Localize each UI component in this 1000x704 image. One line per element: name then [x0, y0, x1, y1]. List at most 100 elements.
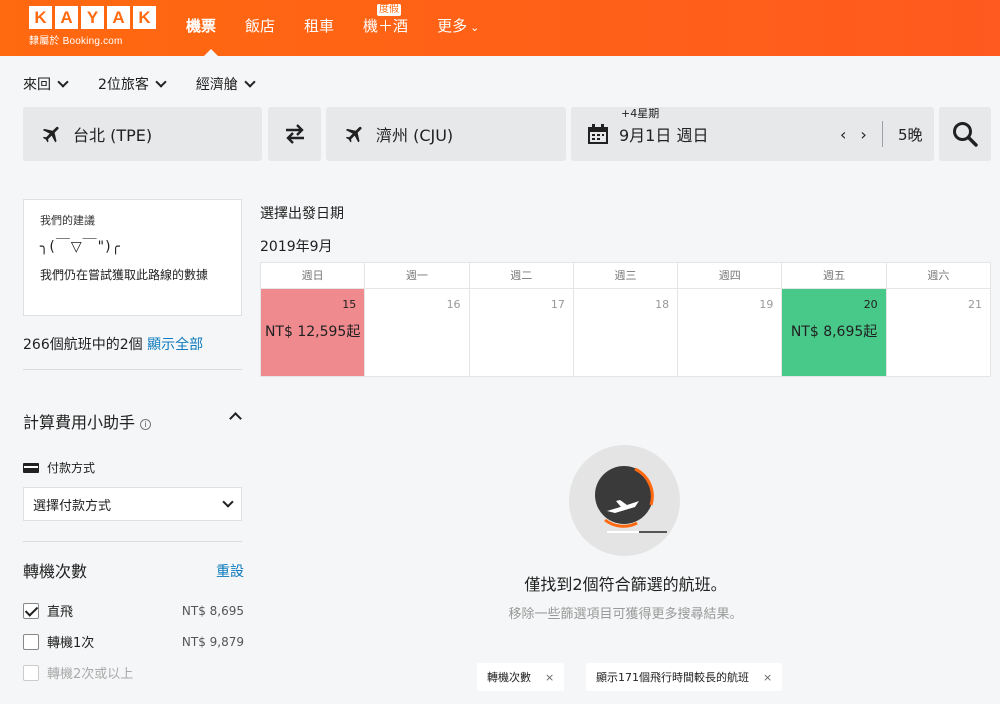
- logo-letter: A: [107, 6, 130, 29]
- nav-item-flights[interactable]: 機票: [186, 0, 218, 56]
- swap-arrows-icon: [285, 124, 304, 144]
- logo-letter: K: [29, 6, 52, 29]
- recommendation-message: 我們仍在嘗試獲取此路線的數據: [40, 268, 209, 282]
- chevron-left-icon[interactable]: ‹: [840, 125, 846, 144]
- stop-option-nonstop[interactable]: 直飛 NT$ 8,695: [23, 601, 244, 620]
- kayak-logo[interactable]: K A Y A K 隸屬於 Booking.com: [29, 6, 156, 47]
- calendar-day-number: 16: [446, 298, 461, 311]
- payment-method-placeholder: 選擇付款方式: [33, 498, 112, 514]
- weekday-label: 週日: [261, 263, 366, 288]
- search-options: 來回 2位旅客 經濟艙: [23, 74, 256, 94]
- calendar-day-cell[interactable]: 15 NT$ 12,595起: [261, 289, 366, 376]
- checkbox-checked[interactable]: [23, 602, 39, 619]
- weekday-label: 週三: [574, 263, 679, 288]
- calendar-day-number: 20: [863, 298, 878, 311]
- result-count-text: 266個航班中的2個: [23, 337, 143, 353]
- calendar-day-cell[interactable]: 18: [574, 289, 679, 376]
- cabin-label: 經濟艙: [195, 77, 238, 93]
- chevron-down-icon: [57, 76, 69, 88]
- search-button[interactable]: [939, 107, 991, 161]
- payment-method-label: 付款方式: [23, 459, 95, 476]
- stops-reset-link[interactable]: 重設: [216, 561, 244, 581]
- chevron-right-icon[interactable]: ›: [860, 125, 866, 144]
- calendar-day-cell[interactable]: 17: [470, 289, 574, 376]
- calendar-month: 2019年9月: [260, 239, 333, 255]
- show-all-link[interactable]: 顯示全部: [147, 337, 203, 353]
- recommendation-title: 我們的建議: [40, 214, 95, 227]
- calendar-weekday-row: 週日 週一 週二 週三 週四 週五 週六: [260, 262, 991, 289]
- close-icon[interactable]: ×: [545, 671, 554, 684]
- date-field[interactable]: +4星期 9月1日 週日 ‹ › 5晚: [571, 107, 934, 161]
- weekday-label: 週一: [365, 263, 470, 288]
- divider: [23, 369, 242, 370]
- trip-type-dropdown[interactable]: 來回: [23, 74, 69, 94]
- globe-plane-icon: [595, 466, 667, 533]
- cabin-dropdown[interactable]: 經濟艙: [195, 74, 256, 94]
- payment-method-text: 付款方式: [47, 461, 96, 475]
- weekday-label: 週五: [782, 263, 887, 288]
- nav-item-packages[interactable]: 度假 機＋酒: [363, 0, 408, 56]
- calendar-day-cell[interactable]: 21: [887, 289, 990, 376]
- active-caret-icon: [204, 49, 218, 56]
- search-icon: [953, 122, 978, 147]
- stop-option-price: NT$ 9,879: [181, 634, 244, 649]
- fee-assistant-header[interactable]: 計算費用小助手 i: [23, 409, 152, 433]
- destination-value: 濟州 (CJU): [376, 126, 454, 145]
- nav-item-cars[interactable]: 租車: [304, 0, 334, 56]
- swap-button[interactable]: [268, 107, 321, 161]
- travelers-label: 2位旅客: [98, 77, 149, 93]
- nav-item-label: 租車: [304, 17, 335, 35]
- divider: [23, 541, 242, 542]
- calendar-day-cell[interactable]: 19: [678, 289, 783, 376]
- calendar-day-price: NT$ 8,695起: [790, 324, 878, 340]
- credit-card-icon: [23, 462, 39, 473]
- nav-item-label: 機票: [186, 17, 217, 35]
- stop-option-one-stop[interactable]: 轉機1次 NT$ 9,879: [23, 632, 244, 651]
- destination-field[interactable]: 濟州 (CJU): [326, 107, 566, 161]
- filter-chip-long-flights[interactable]: 顯示171個飛行時間較長的航班 ×: [586, 663, 783, 691]
- close-icon[interactable]: ×: [763, 671, 772, 684]
- calendar-day-number: 15: [342, 298, 357, 311]
- calendar-day-number: 19: [759, 298, 774, 311]
- filter-chip-stops[interactable]: 轉機次數 ×: [477, 663, 565, 691]
- nav-item-hotels[interactable]: 飯店: [245, 0, 275, 56]
- stops-title: 轉機次數: [23, 562, 88, 581]
- weekday-label: 週二: [470, 263, 574, 288]
- stop-option-two-plus: 轉機2次或以上: [23, 663, 244, 682]
- chevron-down-icon: [222, 496, 234, 508]
- empty-state-message: 僅找到2個符合篩選的航班。: [524, 575, 727, 594]
- logo-letter: Y: [81, 6, 104, 29]
- travelers-dropdown[interactable]: 2位旅客: [98, 74, 167, 94]
- calendar-day-number: 21: [967, 298, 982, 311]
- top-bar: K A Y A K 隸屬於 Booking.com 機票 飯店 租車 度假 機＋…: [0, 0, 1000, 56]
- filter-chip-label: 顯示171個飛行時間較長的航班: [596, 671, 749, 684]
- trip-type-label: 來回: [23, 77, 51, 93]
- main-nav: 機票 飯店 租車 度假 機＋酒 更多 ⌄: [186, 0, 508, 56]
- logo-subtitle: 隸屬於 Booking.com: [29, 36, 123, 47]
- recommendation-face: ╮(￣▽￣")╭: [40, 239, 121, 255]
- checkbox[interactable]: [23, 633, 39, 650]
- plane-landing-icon: [345, 126, 362, 143]
- calendar-day-number: 18: [655, 298, 670, 311]
- divider: [882, 121, 883, 147]
- stop-option-label: 直飛: [47, 605, 74, 620]
- nights-value[interactable]: 5晚: [898, 124, 923, 145]
- info-icon[interactable]: i: [140, 419, 152, 430]
- recommendation-card: 我們的建議 ╮(￣▽￣")╭ 我們仍在嘗試獲取此路線的數據: [23, 199, 242, 316]
- calendar-day-cell[interactable]: 20 NT$ 8,695起: [782, 289, 887, 376]
- date-calendar: 週日 週一 週二 週三 週四 週五 週六 15 NT$ 12,595起 16 1…: [260, 262, 991, 377]
- date-value: 9月1日 週日: [619, 126, 709, 145]
- nav-item-label: 機＋酒: [363, 17, 409, 35]
- nav-item-more[interactable]: 更多 ⌄: [437, 0, 479, 56]
- chevron-down-icon: [155, 76, 167, 88]
- checkbox-disabled: [23, 664, 39, 681]
- date-flex-hint: +4星期: [621, 107, 660, 120]
- chevron-up-icon[interactable]: [229, 412, 242, 425]
- calendar-icon: [588, 124, 608, 144]
- calendar-day-number: 17: [550, 298, 565, 311]
- stop-option-label: 轉機2次或以上: [47, 667, 134, 682]
- calendar-day-price: NT$ 12,595起: [264, 324, 361, 340]
- payment-method-select[interactable]: 選擇付款方式: [23, 487, 242, 521]
- origin-field[interactable]: 台北 (TPE): [23, 107, 262, 161]
- calendar-day-cell[interactable]: 16: [365, 289, 470, 376]
